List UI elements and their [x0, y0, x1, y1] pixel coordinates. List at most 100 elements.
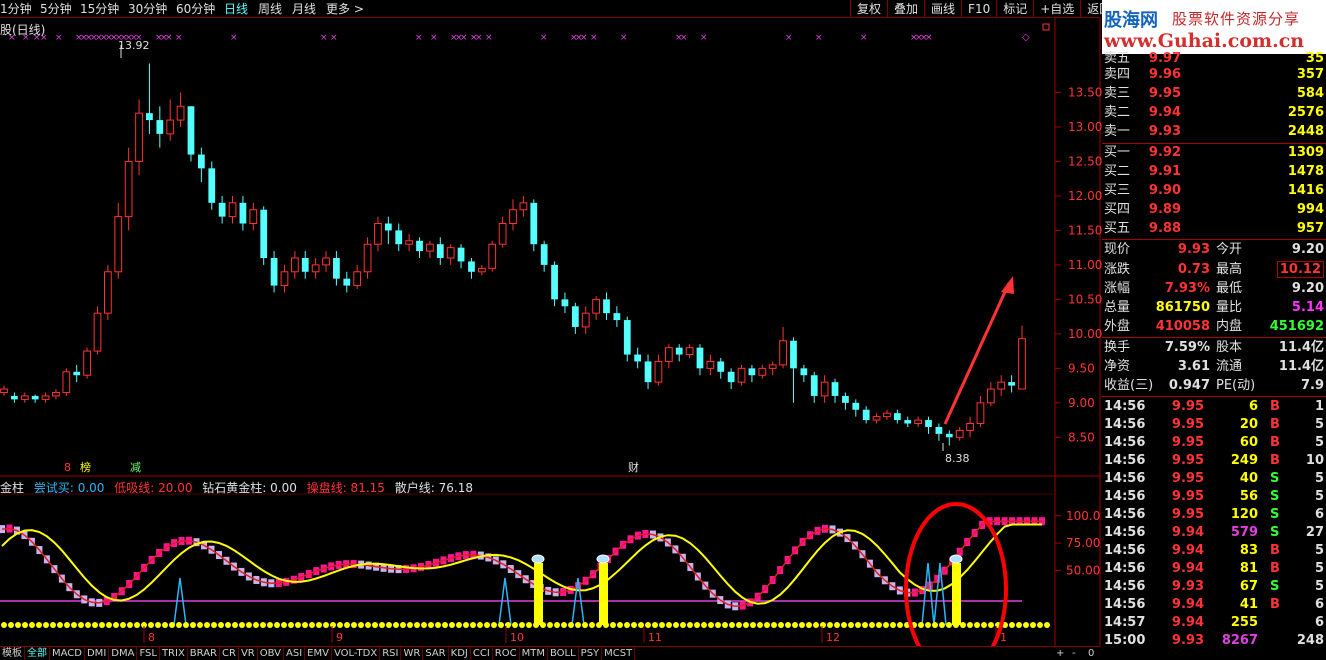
base-dot: [687, 622, 693, 628]
tick-row: 14:56 9.94 83 B 5: [1102, 542, 1326, 560]
price-tick-label: 10.50: [1068, 292, 1102, 306]
top-mark: ×: [580, 33, 588, 43]
buy5-label: 买五: [1104, 221, 1131, 236]
reset-button[interactable]: 0: [1086, 647, 1096, 660]
tick-vol: 83: [1239, 543, 1258, 558]
period-5min[interactable]: 5分钟: [40, 0, 72, 18]
tick-num: 6: [1314, 507, 1324, 522]
tab-sar[interactable]: SAR: [423, 647, 449, 660]
tick-time: 14:56: [1104, 471, 1146, 486]
tick-vol: 6: [1248, 399, 1258, 414]
tab-fsl[interactable]: FSL: [137, 647, 160, 660]
price-axis: 13.50 13.00 12.50 12.00 11.50 11.00 10.50 10.00…: [1055, 85, 1102, 444]
buy4-label: 买四: [1104, 202, 1131, 217]
zoom-in-button[interactable]: +: [1054, 647, 1066, 660]
tab-roc[interactable]: ROC: [493, 647, 520, 660]
base-dot: [127, 622, 133, 628]
base-dot: [946, 622, 952, 628]
candle-body: [696, 347, 704, 369]
label-open: 今开: [1216, 242, 1243, 257]
candle-body: [11, 395, 18, 400]
tab-asi[interactable]: ASI: [284, 647, 306, 660]
base-dot: [953, 622, 959, 628]
tab-cci[interactable]: CCI: [471, 647, 493, 660]
tick-time: 14:56: [1104, 597, 1146, 612]
corner-box-icon[interactable]: [1042, 23, 1050, 31]
ind-tick-label: 50.00: [1066, 563, 1100, 577]
tab-boll[interactable]: BOLL: [548, 647, 579, 660]
chart-area[interactable]: 13.50 13.00 12.50 12.00 11.50 11.00 10.50 10.00…: [0, 18, 1102, 646]
tick-row: 14:56 9.95 60 B 5: [1102, 434, 1326, 452]
period-month[interactable]: 月线: [292, 0, 316, 18]
tab-wr[interactable]: WR: [401, 647, 424, 660]
tick-time: 14:56: [1104, 435, 1146, 450]
base-dot: [960, 622, 966, 628]
chart-frame: [0, 18, 1101, 646]
tick-num: 1: [1314, 399, 1324, 414]
value-open: 9.20: [1291, 242, 1324, 257]
sell2-row: 卖二 9.94 2576: [1102, 104, 1326, 122]
tab-mtm[interactable]: MTM: [520, 647, 548, 660]
buy1-vol: 1309: [1287, 145, 1324, 160]
tick-vol: 120: [1230, 507, 1258, 522]
tab-trix[interactable]: TRIX: [160, 647, 188, 660]
tick-dir: B: [1270, 399, 1280, 414]
tick-price: 9.95: [1171, 507, 1204, 522]
tab-emv[interactable]: EMV: [305, 647, 332, 660]
tab-macd[interactable]: MACD: [50, 647, 85, 660]
base-dot: [393, 622, 399, 628]
base-dot: [78, 622, 84, 628]
period-60min[interactable]: 60分钟: [176, 0, 215, 18]
tab-vr[interactable]: VR: [239, 647, 258, 660]
zoom-out-button[interactable]: -: [1070, 647, 1078, 660]
gold-column: [599, 563, 608, 625]
buy5-row: 买五 9.88 957: [1102, 220, 1326, 238]
tab-dmi[interactable]: DMI: [85, 647, 110, 660]
base-dot: [8, 622, 14, 628]
candle-body: [477, 267, 486, 273]
quote-row-4: 总量 861750 量比 5.14: [1102, 299, 1326, 317]
f10-button[interactable]: F10: [961, 0, 996, 18]
top-mark: ×: [165, 33, 173, 43]
tab-template[interactable]: 模板: [0, 647, 25, 660]
tab-rsi[interactable]: RSI: [380, 647, 402, 660]
base-dot: [148, 622, 154, 628]
period-week[interactable]: 周线: [258, 0, 282, 18]
mark-button[interactable]: 标记: [996, 0, 1033, 18]
tick-vol: 20: [1239, 417, 1258, 432]
tab-obv[interactable]: OBV: [258, 647, 284, 660]
arrow-head-icon: [1001, 276, 1014, 294]
base-dot: [183, 622, 189, 628]
tick-time: 14:56: [1104, 579, 1146, 594]
brand-name: 股海网: [1104, 10, 1158, 31]
tab-kdj[interactable]: KDJ: [449, 647, 471, 660]
overlay-button[interactable]: 叠加: [887, 0, 924, 18]
base-dot: [113, 622, 119, 628]
add-watch-button[interactable]: +自选: [1033, 0, 1080, 18]
draw-button[interactable]: 画线: [924, 0, 961, 18]
tick-num: 248: [1296, 633, 1324, 648]
period-15min[interactable]: 15分钟: [80, 0, 119, 18]
tab-all[interactable]: 全部: [25, 647, 50, 660]
fuquan-button[interactable]: 复权: [850, 0, 887, 18]
base-dot: [988, 622, 994, 628]
base-dot: [435, 622, 441, 628]
period-more[interactable]: 更多 >: [326, 0, 364, 18]
tick-dir: B: [1270, 453, 1280, 468]
tick-dir: B: [1270, 597, 1280, 612]
tab-vol-tdx[interactable]: VOL-TDX: [332, 647, 381, 660]
caopan-line: [1, 520, 1042, 608]
period-1min[interactable]: 1分钟: [0, 0, 32, 18]
period-30min[interactable]: 30分钟: [128, 0, 167, 18]
tab-dma[interactable]: DMA: [109, 647, 138, 660]
tick-num: 5: [1314, 579, 1324, 594]
tab-brar[interactable]: BRAR: [188, 647, 220, 660]
tab-mcst[interactable]: MCST: [602, 647, 636, 660]
tab-psy[interactable]: PSY: [579, 647, 603, 660]
value-now: 9.93: [1177, 242, 1210, 257]
tick-price: 9.95: [1171, 399, 1204, 414]
base-dot: [561, 622, 567, 628]
tab-cr[interactable]: CR: [220, 647, 239, 660]
period-day[interactable]: 日线: [224, 0, 248, 18]
base-dot: [771, 622, 777, 628]
